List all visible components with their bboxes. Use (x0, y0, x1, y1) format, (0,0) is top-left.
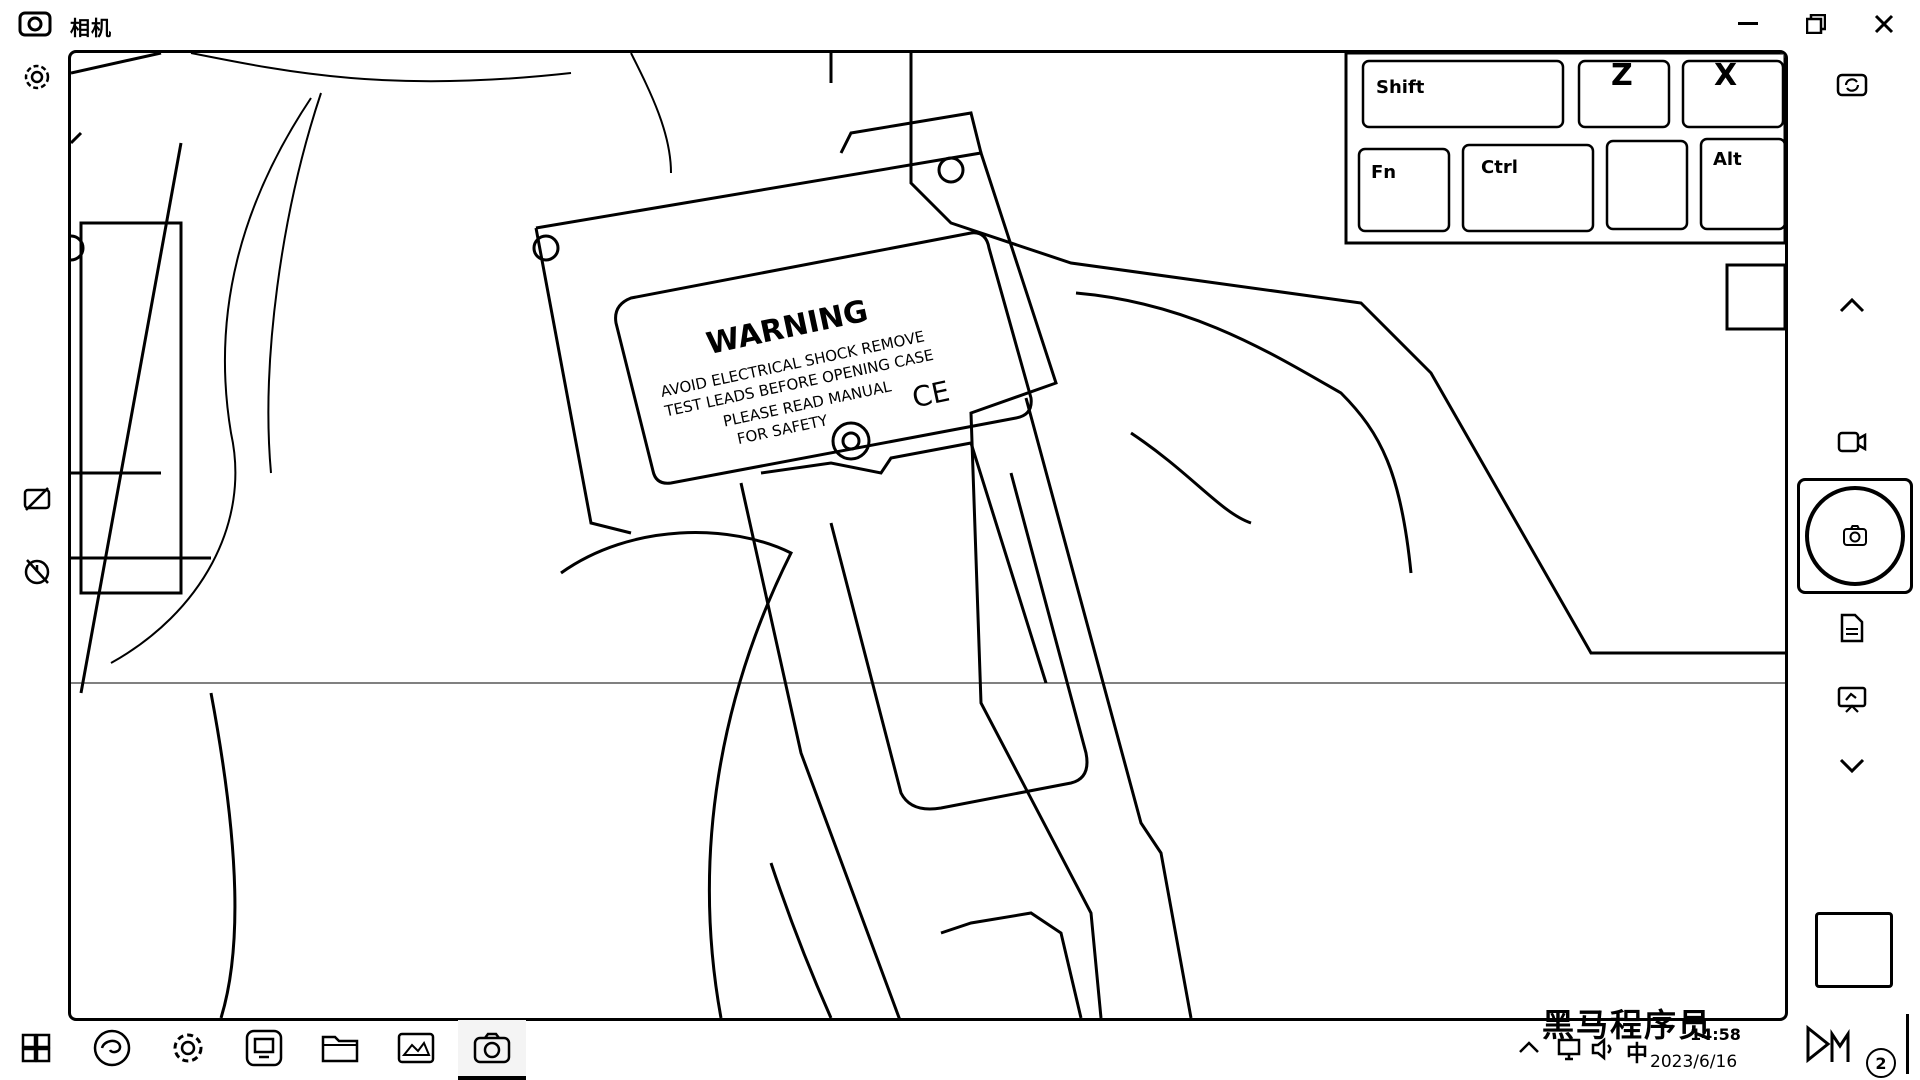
camera-shutter-icon (1842, 525, 1868, 547)
camera-preview[interactable]: WARNING AVOID ELECTRICAL SHOCK REMOVE TE… (68, 50, 1788, 1021)
network-icon (1556, 1036, 1582, 1062)
switch-camera-icon (1836, 70, 1868, 98)
chevron-up-icon (1838, 297, 1866, 313)
key-ctrl-label: Ctrl (1481, 157, 1518, 178)
whiteboard-mode-button[interactable] (1832, 680, 1872, 720)
whiteboard-mode-icon (1837, 686, 1867, 714)
settings-button[interactable] (18, 58, 56, 96)
chevron-up-icon (1518, 1040, 1540, 1054)
timer-off-icon (22, 556, 52, 586)
label-ce-mark: CE (909, 374, 952, 414)
key-alt-label: Alt (1713, 149, 1742, 170)
tray-overflow-button[interactable] (1518, 1040, 1540, 1054)
tray-clock-time[interactable]: 14:58 (1690, 1025, 1741, 1044)
taskbar-photos[interactable] (388, 1020, 444, 1076)
tray-media[interactable] (1804, 1024, 1852, 1068)
gear-icon (22, 62, 52, 92)
media-icon (1804, 1024, 1852, 1068)
photo-mode-button[interactable] (1805, 486, 1905, 586)
edge-browser-icon (92, 1028, 132, 1068)
camera-scene: WARNING AVOID ELECTRICAL SHOCK REMOVE TE… (71, 53, 1785, 1018)
scroll-down-button[interactable] (1832, 746, 1872, 786)
tray-clock-date[interactable]: 2023/6/16 (1650, 1052, 1737, 1072)
timer-toggle[interactable] (18, 552, 56, 590)
maximize-button[interactable] (1796, 8, 1836, 40)
ime-indicator[interactable]: 中 (1626, 1036, 1648, 1068)
taskbar-edge[interactable] (84, 1020, 140, 1076)
taskbar-remote-desktop[interactable] (236, 1020, 292, 1076)
minimize-icon (1738, 22, 1758, 26)
key-shift-label: Shift (1376, 77, 1425, 98)
start-icon (21, 1033, 51, 1063)
key-fn-label: Fn (1371, 162, 1396, 183)
notification-badge[interactable]: 2 (1866, 1048, 1896, 1078)
restore-icon (1806, 14, 1826, 34)
last-capture-thumbnail[interactable] (1815, 912, 1893, 988)
document-mode-button[interactable] (1832, 608, 1872, 648)
remote-desktop-icon (244, 1028, 284, 1068)
taskbar-settings[interactable] (160, 1020, 216, 1076)
camera-app-icon (18, 10, 52, 38)
show-desktop-button[interactable] (1906, 1014, 1909, 1074)
document-mode-icon (1840, 613, 1864, 643)
switch-camera-button[interactable] (1832, 64, 1872, 104)
video-mode-button[interactable] (1832, 422, 1872, 462)
photos-icon (396, 1031, 436, 1065)
settings-app-icon (170, 1030, 206, 1066)
hdr-toggle[interactable] (18, 480, 56, 518)
close-icon (1874, 14, 1894, 34)
scroll-up-button[interactable] (1832, 285, 1872, 325)
taskbar-file-explorer[interactable] (312, 1020, 368, 1076)
video-mode-icon (1837, 431, 1867, 453)
start-button[interactable] (8, 1020, 64, 1076)
key-x-label: X (1714, 58, 1737, 93)
speaker-icon (1590, 1036, 1616, 1062)
taskbar-camera[interactable] (458, 1020, 526, 1080)
file-explorer-icon (320, 1031, 360, 1065)
close-button[interactable] (1864, 8, 1904, 40)
tray-volume[interactable] (1590, 1036, 1616, 1062)
minimize-button[interactable] (1728, 8, 1768, 40)
hdr-off-icon (22, 484, 52, 514)
window-title: 相机 (70, 16, 112, 40)
tray-network[interactable] (1556, 1036, 1582, 1062)
shutter-button[interactable] (1797, 478, 1913, 594)
chevron-down-icon (1838, 758, 1866, 774)
key-z-label: Z (1611, 58, 1633, 93)
camera-app-icon (472, 1031, 512, 1065)
title-bar: 相机 (0, 0, 1920, 48)
